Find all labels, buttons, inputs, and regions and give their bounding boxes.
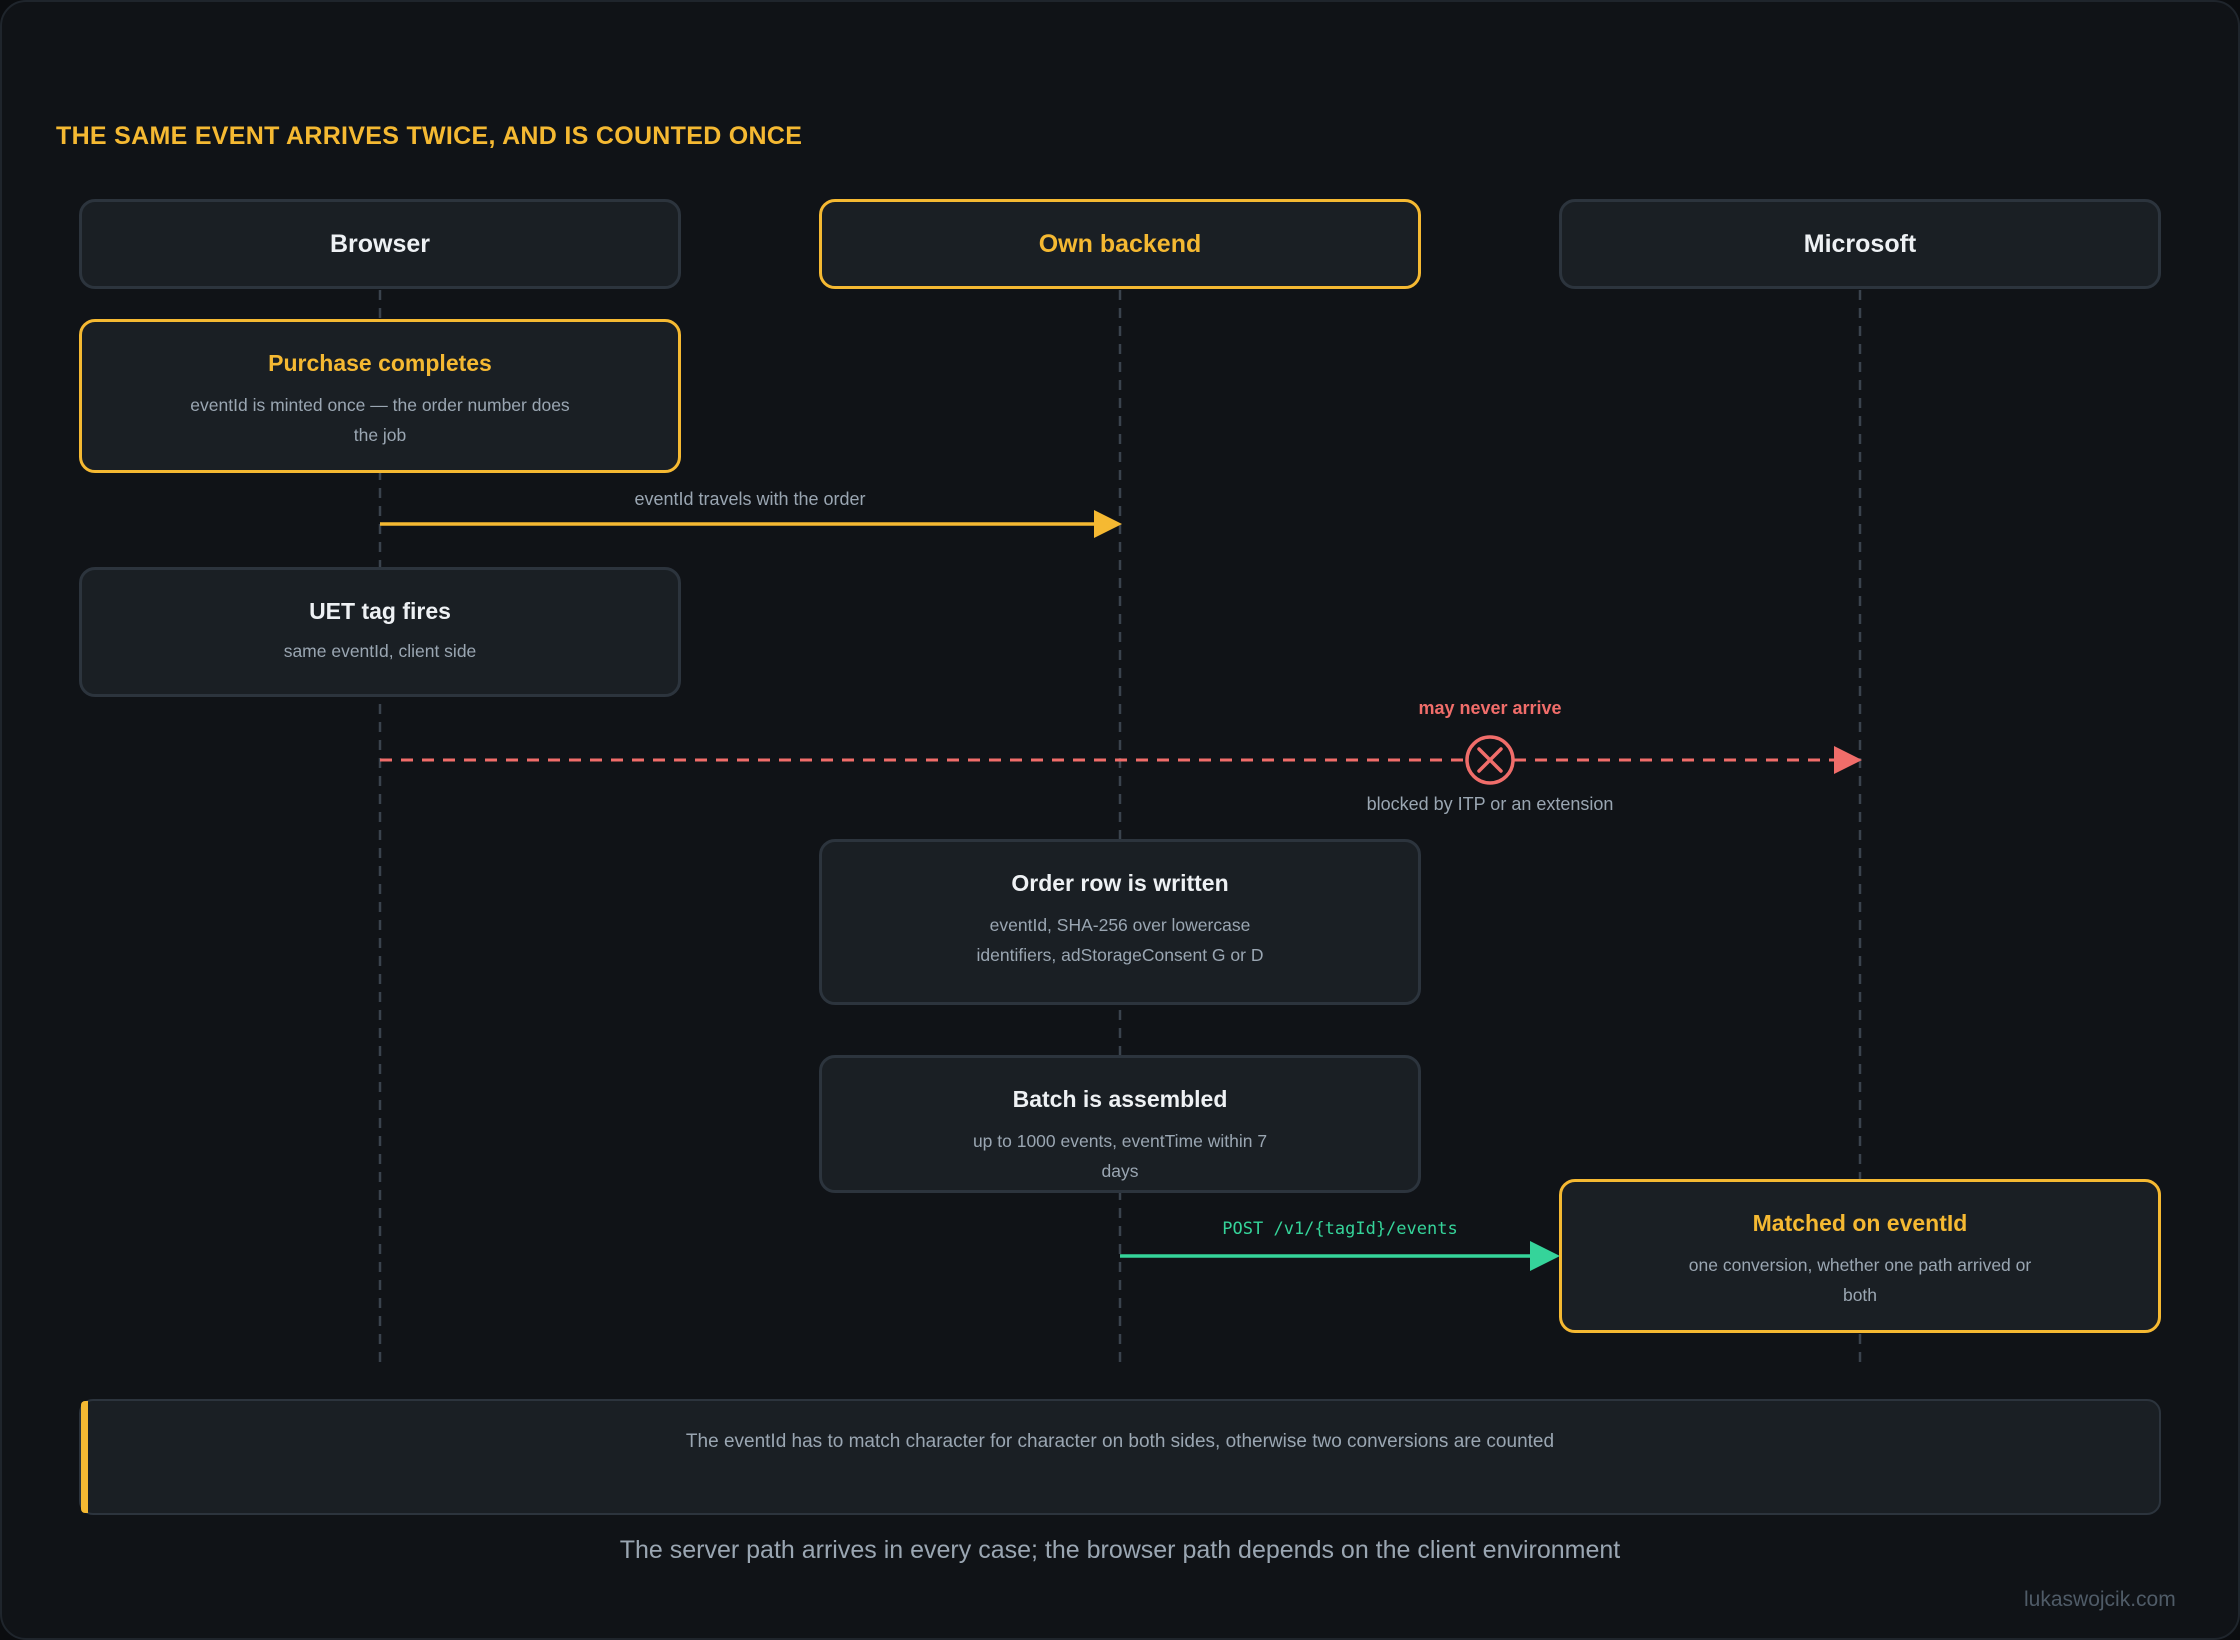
step-matched-on-eventid: Matched on eventId one conversion, wheth…: [1559, 1179, 2161, 1333]
blocked-bottom-label: blocked by ITP or an extension: [1366, 794, 1614, 814]
step-description: same eventId, client side: [283, 641, 477, 661]
step-title: Matched on eventId: [1752, 1210, 1968, 1236]
step-purchase-completes: Purchase completes eventId is minted onc…: [79, 319, 681, 473]
blocked-arrow-head: [1834, 746, 1862, 774]
step-description: eventId, SHA-256 over lowercase identifi…: [976, 915, 1264, 965]
post-endpoint-label: POST /v1/{tagId}/events: [1222, 1219, 1458, 1239]
order-arrow-label: eventId travels with the order: [634, 489, 866, 509]
step-title: Batch is assembled: [1012, 1086, 1228, 1112]
step-description: eventId is minted once — the order numbe…: [190, 395, 570, 445]
step-batch-assembled: Batch is assembled up to 1000 events, ev…: [819, 1055, 1421, 1193]
post-arrow-head: [1530, 1241, 1560, 1271]
step-title: UET tag fires: [309, 598, 451, 624]
step-order-row-written: Order row is written eventId, SHA-256 ov…: [819, 839, 1421, 1005]
actor-microsoft: Microsoft: [1559, 199, 2161, 289]
actor-backend: Own backend: [819, 199, 1421, 289]
order-arrow-head: [1094, 510, 1122, 538]
site-credit: lukaswojcik.com: [2024, 1588, 2176, 1611]
diagram-canvas: THE SAME EVENT ARRIVES TWICE, AND IS COU…: [0, 0, 2240, 1640]
step-description: one conversion, whether one path arrived…: [1688, 1255, 2032, 1305]
step-uet-tag-fires: UET tag fires same eventId, client side: [79, 567, 681, 697]
note-text: The eventId has to match character for c…: [685, 1431, 1555, 1452]
diagram-title: THE SAME EVENT ARRIVES TWICE, AND IS COU…: [56, 122, 803, 150]
step-title: Purchase completes: [268, 350, 492, 376]
step-title: Order row is written: [1011, 870, 1229, 896]
note-accent-bar: [81, 1401, 88, 1513]
actor-browser: Browser: [79, 199, 681, 289]
x-circle-icon: [1465, 735, 1515, 785]
step-description: up to 1000 events, eventTime within 7 da…: [972, 1131, 1268, 1181]
blocked-top-label: may never arrive: [1418, 698, 1562, 718]
diagram-caption: The server path arrives in every case; t…: [619, 1536, 1621, 1564]
eventid-match-note: The eventId has to match character for c…: [79, 1399, 2161, 1515]
